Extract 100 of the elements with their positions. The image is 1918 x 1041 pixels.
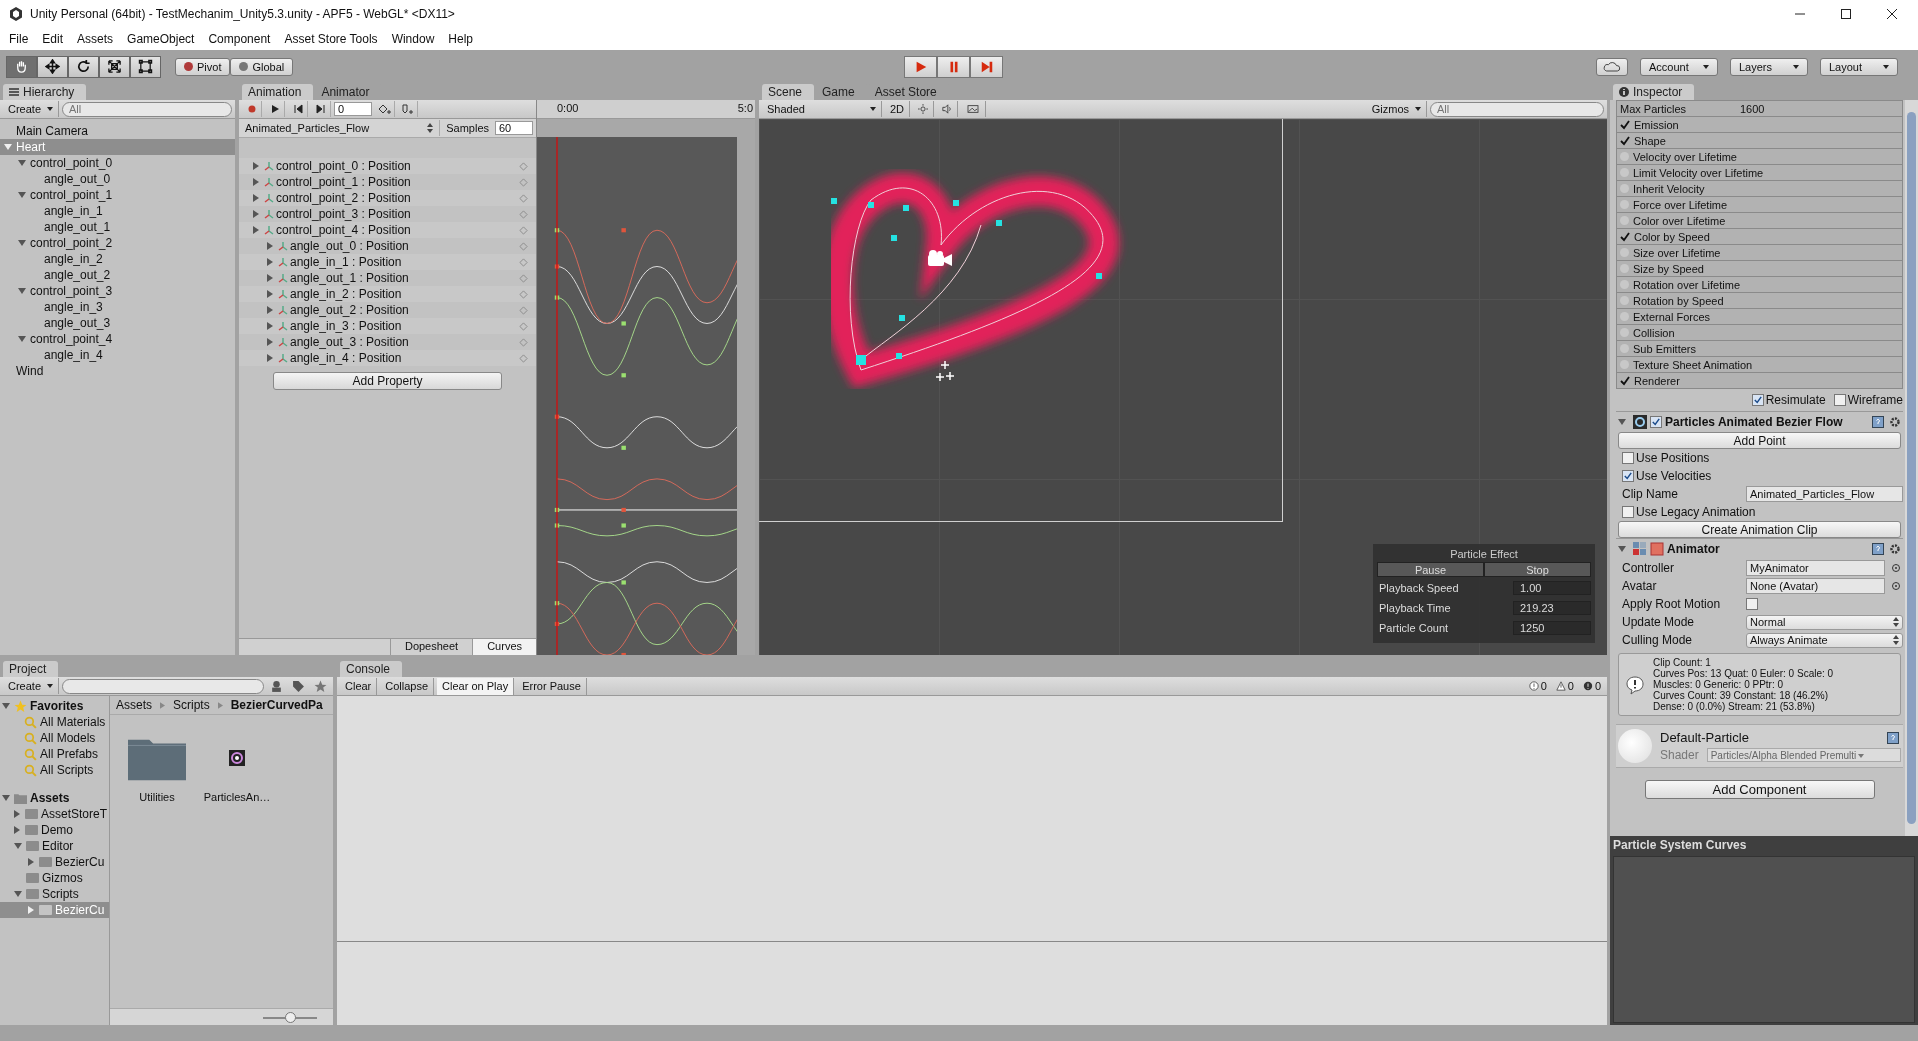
hierarchy-item[interactable]: Wind <box>0 363 235 379</box>
module-header[interactable]: Sub Emitters <box>1616 341 1903 357</box>
module-header[interactable]: Color by Speed <box>1616 229 1903 245</box>
step-button[interactable] <box>970 55 1003 78</box>
module-header[interactable]: Size over Lifetime <box>1616 245 1903 261</box>
animation-tab[interactable]: Animation <box>242 84 314 100</box>
create-animation-clip-button[interactable]: Create Animation Clip <box>1618 521 1901 538</box>
expand-arrow-icon[interactable] <box>18 240 26 246</box>
warning-count-toggle[interactable]: 0 <box>1552 680 1577 692</box>
star-icon[interactable] <box>314 679 327 693</box>
console-toggle[interactable]: Error Pause <box>517 677 587 695</box>
global-toggle[interactable]: Global <box>230 57 294 76</box>
particle-stat-field[interactable]: 1.00 <box>1513 581 1591 595</box>
settings-icon[interactable] <box>1889 543 1901 555</box>
folder-item[interactable]: Gizmos <box>0 870 109 886</box>
hierarchy-item[interactable]: control_point_3 <box>0 283 235 299</box>
expand-arrow-icon[interactable] <box>2 703 10 709</box>
module-header[interactable]: Emission <box>1616 117 1903 133</box>
apply-root-motion-checkbox[interactable] <box>1746 598 1758 610</box>
checkmark-icon[interactable] <box>1620 231 1630 242</box>
module-header[interactable]: Texture Sheet Animation <box>1616 357 1903 373</box>
slider-thumb[interactable] <box>285 1011 296 1023</box>
hierarchy-item[interactable]: control_point_2 <box>0 235 235 251</box>
view-tab[interactable]: Curves <box>472 639 536 655</box>
file-label[interactable]: Utilities <box>139 791 175 803</box>
scrollbar[interactable] <box>1905 100 1918 836</box>
create-dropdown[interactable]: Create <box>3 101 60 117</box>
folder-item[interactable]: Editor <box>0 838 109 854</box>
favorite-item[interactable]: All Materials <box>40 715 106 729</box>
menu-item[interactable]: GameObject <box>120 32 202 46</box>
layout-dropdown[interactable]: Layout <box>1820 57 1898 76</box>
error-count-toggle[interactable]: 0 <box>1579 680 1604 692</box>
favorite-item[interactable]: All Models <box>40 731 96 745</box>
scene-tab[interactable]: Scene <box>762 84 815 100</box>
particle-effect-button[interactable]: Pause <box>1377 562 1484 577</box>
assets-label[interactable]: Assets <box>30 791 70 805</box>
object-field[interactable]: None (Avatar) <box>1746 578 1885 594</box>
expand-arrow-icon[interactable] <box>18 288 26 294</box>
hierarchy-tab[interactable]: Hierarchy <box>3 84 87 100</box>
legacy-animation-checkbox[interactable]: Use Legacy Animation <box>1616 503 1903 521</box>
expand-arrow-icon[interactable] <box>18 192 26 198</box>
expand-arrow-icon[interactable] <box>1618 419 1626 425</box>
filter-type-icon[interactable] <box>270 679 283 693</box>
add-point-button[interactable]: Add Point <box>1618 432 1901 449</box>
tag-icon[interactable] <box>292 679 305 693</box>
add-component-button[interactable]: Add Component <box>1644 780 1875 799</box>
breadcrumb-item[interactable]: Assets <box>116 698 152 712</box>
property-row[interactable]: control_point_4 : Position <box>239 222 536 238</box>
expand-arrow-icon[interactable] <box>1618 546 1626 552</box>
mode-dropdown[interactable]: Normal <box>1746 614 1903 630</box>
particle-effect-button[interactable]: Stop <box>1484 562 1591 577</box>
favorites-label[interactable]: Favorites <box>30 699 84 713</box>
menu-item[interactable]: Window <box>384 32 442 46</box>
wireframe-checkbox[interactable]: Wireframe <box>1833 391 1903 409</box>
favorite-item[interactable]: All Prefabs <box>40 747 99 761</box>
help-icon[interactable] <box>1872 416 1884 428</box>
checkmark-icon[interactable] <box>1620 135 1630 146</box>
help-icon[interactable] <box>1887 731 1899 744</box>
project-search-field[interactable] <box>62 678 264 694</box>
menu-item[interactable]: File <box>2 32 36 46</box>
checkmark-icon[interactable] <box>1620 375 1630 386</box>
rect-tool-button[interactable] <box>130 55 161 78</box>
expand-arrow-icon[interactable] <box>18 336 26 342</box>
hierarchy-item[interactable]: angle_out_2 <box>0 267 235 283</box>
gizmos-dropdown[interactable]: Gizmos <box>1366 101 1427 117</box>
add-property-button[interactable]: Add Property <box>273 372 502 390</box>
scene-search-field[interactable]: All <box>1430 101 1604 117</box>
object-field[interactable]: MyAnimator <box>1746 560 1885 576</box>
cloud-button[interactable] <box>1596 57 1628 76</box>
module-header[interactable]: Force over Lifetime <box>1616 197 1903 213</box>
module-header[interactable]: Inherit Velocity <box>1616 181 1903 197</box>
clip-dropdown[interactable]: Animated_Particles_Flow <box>239 120 441 136</box>
project-tab[interactable]: Project <box>3 661 59 677</box>
hierarchy-item[interactable]: angle_out_3 <box>0 315 235 331</box>
folder-item[interactable]: BezierCu <box>0 854 109 870</box>
property-row[interactable]: control_point_0 : Position <box>239 158 536 174</box>
module-header[interactable]: Rotation by Speed <box>1616 293 1903 309</box>
menu-item[interactable]: Help <box>441 32 480 46</box>
module-header[interactable]: Shape <box>1616 133 1903 149</box>
inspector-tab[interactable]: Inspector <box>1613 84 1695 100</box>
expand-arrow-icon[interactable] <box>18 160 26 166</box>
icon-size-slider[interactable] <box>263 1011 317 1023</box>
maximize-icon[interactable] <box>1840 8 1852 20</box>
hierarchy-item[interactable]: control_point_0 <box>0 155 235 171</box>
module-header[interactable]: Velocity over Lifetime <box>1616 149 1903 165</box>
create-dropdown[interactable]: Create <box>3 678 60 694</box>
hierarchy-item[interactable]: control_point_4 <box>0 331 235 347</box>
hierarchy-search-field[interactable]: All <box>62 101 232 117</box>
menu-item[interactable]: Asset Store Tools <box>277 32 385 46</box>
property-row[interactable]: angle_in_1 : Position <box>239 254 536 270</box>
module-header[interactable]: Size by Speed <box>1616 261 1903 277</box>
property-row[interactable]: control_point_2 : Position <box>239 190 536 206</box>
checkmark-icon[interactable] <box>1620 119 1630 130</box>
menu-item[interactable]: Assets <box>70 32 121 46</box>
module-header[interactable]: Rotation over Lifetime <box>1616 277 1903 293</box>
2d-toggle[interactable]: 2D <box>885 101 911 117</box>
hierarchy-item[interactable]: angle_out_1 <box>0 219 235 235</box>
property-row[interactable]: angle_in_4 : Position <box>239 350 536 366</box>
mode-dropdown[interactable]: Always Animate <box>1746 632 1903 648</box>
resimulate-checkbox[interactable]: Resimulate <box>1751 391 1826 409</box>
